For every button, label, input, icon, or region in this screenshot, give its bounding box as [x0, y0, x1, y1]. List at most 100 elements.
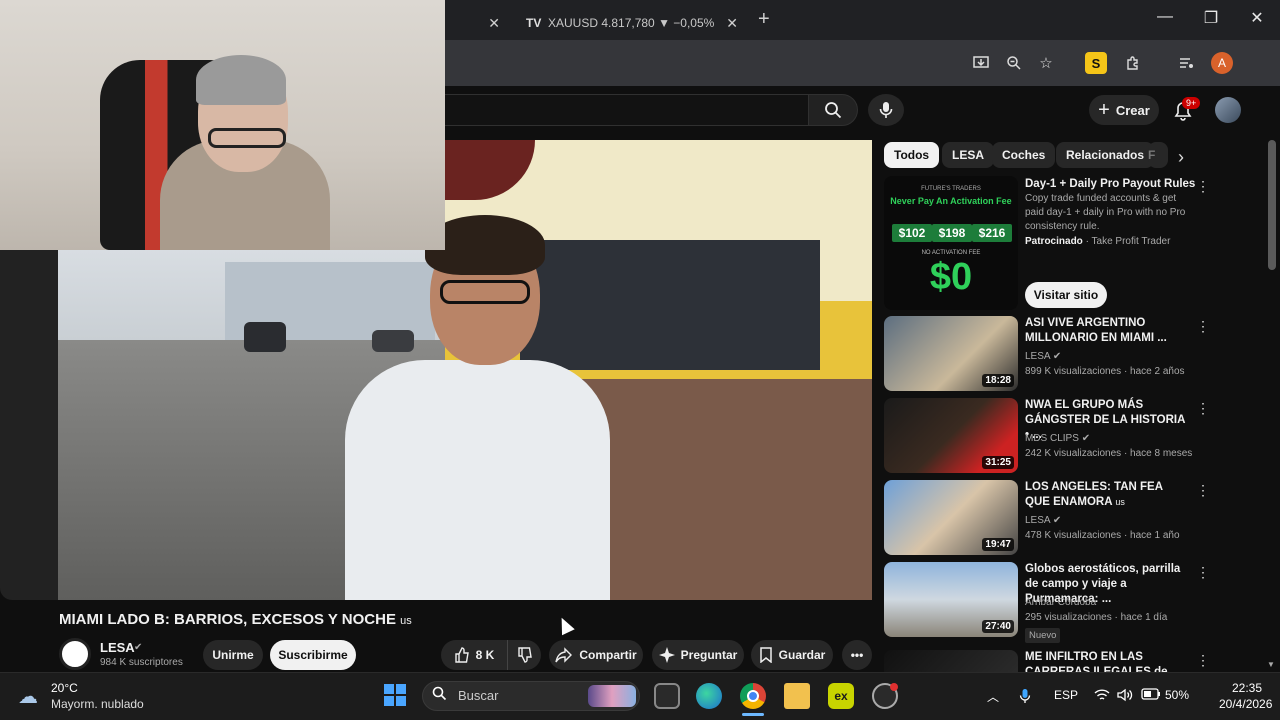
ask-label: Preguntar [680, 648, 738, 662]
mouse-cursor [555, 614, 575, 636]
extensions-puzzle-icon[interactable] [1122, 52, 1144, 74]
kebab-icon[interactable]: ⋮ [1196, 178, 1210, 195]
search-button[interactable] [808, 94, 858, 126]
exchange-app-icon[interactable]: ex [828, 683, 854, 709]
ad-sponsor-line: Patrocinado · Take Profit Trader [1025, 236, 1170, 247]
kebab-icon[interactable]: ⋮ [1196, 482, 1210, 499]
chip-partial[interactable]: F [1148, 142, 1168, 168]
video-thumbnail[interactable]: 18:28 [884, 316, 1018, 391]
kebab-icon[interactable]: ⋮ [1196, 400, 1210, 417]
list-item[interactable]: ME INFILTRO EN LAS CARRERAS ILEGALES de … [884, 650, 1204, 672]
list-item[interactable]: 18:28 ASI VIVE ARGENTINO MILLONARIO EN M… [884, 316, 1210, 392]
channel-name[interactable]: LESA [100, 640, 135, 655]
rec-meta: 242 K visualizaciones · hace 8 meses [1025, 448, 1193, 459]
rec-meta: 295 visualizaciones · hace 1 día [1025, 612, 1168, 623]
clock-time[interactable]: 22:35 [1232, 681, 1262, 695]
chevron-up-icon[interactable]: ︿ [987, 688, 999, 705]
save-button[interactable]: Guardar [751, 640, 833, 670]
bookmark-star-icon[interactable]: ☆ [1035, 52, 1057, 74]
windows-start-icon[interactable] [384, 684, 406, 706]
profile-avatar[interactable]: A [1211, 52, 1233, 74]
kebab-icon[interactable]: ⋮ [1196, 318, 1210, 335]
page-scrollbar[interactable] [1268, 140, 1276, 270]
subscribe-button[interactable]: Suscribirme [270, 640, 356, 670]
restore-button[interactable]: ❐ [1188, 8, 1234, 28]
weather-icon[interactable]: ☁ [18, 684, 38, 709]
tab-close-icon[interactable]: ✕ [726, 15, 738, 32]
install-app-icon[interactable] [970, 52, 992, 74]
ask-button[interactable]: Preguntar [652, 640, 744, 670]
like-button[interactable]: 8 K [441, 640, 507, 670]
volume-icon[interactable] [1117, 688, 1133, 705]
list-item[interactable]: 19:47 LOS ANGELES: TAN FEA QUE ENAMORA u… [884, 480, 1210, 556]
video-thumbnail[interactable] [884, 650, 1018, 672]
verified-icon: ✔ [1081, 433, 1091, 444]
chip-lesa[interactable]: LESA [942, 142, 995, 168]
scroll-down-icon[interactable]: ▼ [1267, 660, 1275, 669]
streamer-glasses [208, 128, 286, 148]
create-button[interactable]: + Crear [1089, 95, 1159, 125]
more-actions-button[interactable]: ••• [842, 640, 872, 670]
extension-s-icon[interactable]: S [1085, 52, 1107, 74]
sparkle-icon [658, 647, 675, 663]
streamer-cap [196, 55, 286, 105]
voice-search-button[interactable] [868, 94, 904, 126]
task-view-icon[interactable] [654, 683, 680, 709]
rec-title[interactable]: LOS ANGELES: TAN FEA QUE ENAMORA us [1025, 480, 1185, 510]
edge-icon[interactable] [696, 683, 722, 709]
clock-date[interactable]: 20/4/2026 [1219, 697, 1272, 711]
kebab-icon[interactable]: ⋮ [1196, 564, 1210, 581]
ad-title[interactable]: Day-1 + Daily Pro Payout Rules [1025, 178, 1195, 190]
ad-thumbnail[interactable]: FUTURE'S TRADERS Never Pay An Activation… [884, 176, 1018, 310]
rec-channel-name: LESA [1025, 515, 1051, 526]
dislike-button[interactable] [507, 640, 541, 670]
list-item[interactable]: 31:25 NWA EL GRUPO MÁS GÁNGSTER DE LA HI… [884, 398, 1210, 474]
webcam-overlay [0, 0, 445, 250]
minimize-button[interactable]: — [1142, 8, 1188, 26]
rec-title[interactable]: ASI VIVE ARGENTINO MILLONARIO EN MIAMI .… [1025, 316, 1185, 346]
chip-cars[interactable]: Coches [992, 142, 1056, 168]
list-item[interactable]: 27:40 Globos aerostáticos, parrilla de c… [884, 562, 1210, 644]
browser-tab-youtube[interactable]: ✕ [440, 6, 510, 40]
media-control-icon[interactable] [1175, 52, 1197, 74]
battery-percentage[interactable]: 50% [1165, 688, 1189, 702]
video-thumbnail[interactable]: 31:25 [884, 398, 1018, 473]
sponsored-ad[interactable]: FUTURE'S TRADERS Never Pay An Activation… [884, 176, 1210, 310]
video-thumbnail[interactable]: 27:40 [884, 562, 1018, 637]
tab-close-icon[interactable]: ✕ [488, 15, 500, 32]
save-label: Guardar [778, 648, 826, 662]
search-input[interactable] [420, 94, 808, 126]
file-explorer-icon[interactable] [784, 683, 810, 709]
rec-channel[interactable]: Arribar Córdoba [1025, 597, 1096, 608]
weather-description[interactable]: Mayorm. nublado [51, 697, 144, 711]
battery-icon[interactable] [1141, 688, 1161, 703]
account-avatar[interactable] [1215, 97, 1241, 123]
rec-channel[interactable]: LESA ✔ [1025, 351, 1061, 362]
video-frame-presenter-glasses [440, 280, 530, 304]
video-thumbnail[interactable]: 19:47 [884, 480, 1018, 555]
dislike-icon [517, 647, 532, 663]
chip-related[interactable]: Relacionados [1056, 142, 1155, 168]
browser-tab-xauusd[interactable]: TV XAUUSD 4.817,780 ▼ −0,05% S ✕ [518, 6, 748, 40]
chip-all[interactable]: Todos [884, 142, 940, 168]
rec-title[interactable]: ME INFILTRO EN LAS CARRERAS ILEGALES de … [1025, 650, 1185, 672]
wifi-icon[interactable] [1094, 688, 1110, 705]
video-title: MIAMI LADO B: BARRIOS, EXCESOS Y NOCHE u… [59, 611, 412, 628]
rec-channel[interactable]: LESA ✔ [1025, 515, 1061, 526]
new-badge: Nuevo [1025, 628, 1061, 643]
join-button[interactable]: Unirme [203, 640, 263, 670]
weather-temperature[interactable]: 20°C [51, 681, 78, 695]
new-tab-button[interactable]: + [758, 8, 770, 31]
sponsored-label: Patrocinado [1025, 236, 1083, 247]
zoom-icon[interactable] [1003, 52, 1025, 74]
language-indicator[interactable]: ESP [1054, 688, 1078, 702]
visit-site-button[interactable]: Visitar sitio [1025, 282, 1107, 308]
rec-channel[interactable]: MDS CLIPS ✔ [1025, 433, 1090, 444]
mic-icon[interactable] [1019, 688, 1031, 707]
taskbar-search-label: Buscar [458, 688, 499, 703]
kebab-icon[interactable]: ⋮ [1196, 652, 1204, 669]
close-window-button[interactable]: ✕ [1234, 8, 1280, 28]
share-button[interactable]: Compartir [549, 640, 643, 670]
channel-avatar[interactable] [59, 638, 91, 670]
chevron-right-icon[interactable]: › [1178, 147, 1184, 168]
